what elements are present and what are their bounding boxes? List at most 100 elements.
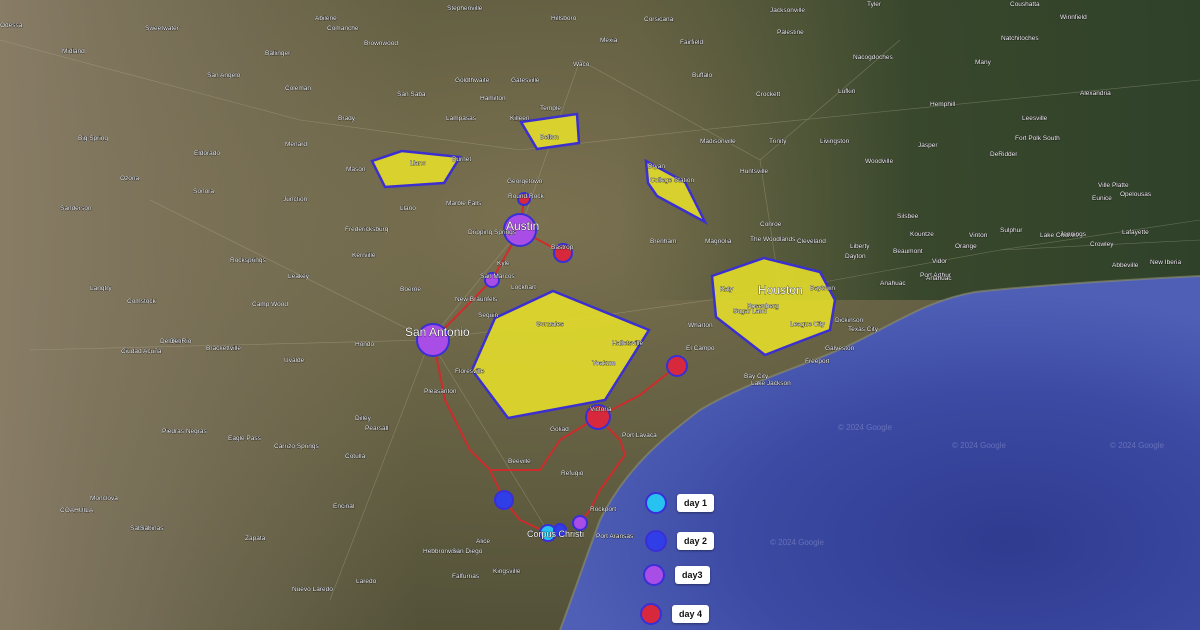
- svg-text:Kountze: Kountze: [910, 231, 934, 238]
- svg-text:Lampasas: Lampasas: [446, 115, 477, 122]
- svg-text:Langtry: Langtry: [90, 285, 112, 292]
- svg-text:Kerrville: Kerrville: [352, 252, 376, 259]
- eastern-forest: [620, 0, 1200, 300]
- legend-label: day 2: [677, 532, 715, 550]
- map-canvas[interactable]: San Antonio Austin Houston Corpus Christ…: [0, 0, 1200, 630]
- svg-text:Freeport: Freeport: [805, 358, 830, 365]
- svg-text:Goldthwaite: Goldthwaite: [455, 77, 490, 84]
- svg-text:The Woodlands: The Woodlands: [750, 236, 796, 243]
- label-corpus-christi: Corpus Christi: [527, 529, 584, 539]
- svg-text:Hamilton: Hamilton: [480, 95, 506, 102]
- svg-text:Brenham: Brenham: [650, 238, 676, 245]
- svg-text:Menard: Menard: [285, 141, 307, 148]
- svg-text:Burnet: Burnet: [452, 156, 471, 163]
- svg-text:Laredo: Laredo: [356, 578, 377, 585]
- svg-text:DeRidder: DeRidder: [990, 151, 1018, 158]
- svg-text:Seguin: Seguin: [478, 312, 499, 319]
- svg-text:© 2024 Google: © 2024 Google: [770, 538, 824, 547]
- legend-item-day-3: day3: [643, 564, 710, 586]
- svg-text:Livingston: Livingston: [820, 138, 850, 145]
- legend-item-day-4: day 4: [640, 603, 710, 625]
- svg-text:Trinity: Trinity: [769, 138, 787, 145]
- day-2-swatch: [645, 530, 667, 552]
- svg-text:Del Rio: Del Rio: [170, 338, 192, 345]
- svg-text:Jasper: Jasper: [918, 142, 938, 149]
- svg-text:New Braunfels: New Braunfels: [455, 296, 498, 303]
- svg-text:El Campo: El Campo: [686, 345, 715, 352]
- svg-text:Mexia: Mexia: [600, 37, 618, 44]
- svg-text:Beeville: Beeville: [508, 458, 531, 465]
- svg-text:Katy: Katy: [720, 286, 734, 293]
- svg-text:Hemphill: Hemphill: [930, 101, 956, 108]
- svg-text:Sonora: Sonora: [193, 188, 214, 195]
- svg-text:Wharton: Wharton: [688, 322, 713, 329]
- svg-text:Silsbee: Silsbee: [897, 213, 919, 220]
- svg-text:Belton: Belton: [540, 134, 559, 141]
- svg-text:Sulphur: Sulphur: [1000, 227, 1023, 234]
- svg-text:Midland: Midland: [62, 48, 85, 55]
- legend-item-day-1: day 1: [645, 492, 715, 514]
- marker-el-campo: [666, 355, 688, 377]
- svg-text:Llano: Llano: [400, 205, 416, 212]
- svg-text:College Station: College Station: [650, 177, 694, 184]
- svg-text:Abbeville: Abbeville: [1112, 262, 1139, 269]
- svg-text:Hondo: Hondo: [355, 341, 375, 348]
- svg-text:Pearsall: Pearsall: [365, 425, 389, 432]
- svg-text:Corsicana: Corsicana: [644, 16, 674, 23]
- svg-text:Coleman: Coleman: [285, 85, 311, 92]
- svg-text:COAHUILA: COAHUILA: [60, 507, 94, 514]
- svg-text:Eunice: Eunice: [1092, 195, 1112, 202]
- svg-text:Rockport: Rockport: [590, 506, 616, 513]
- svg-text:Zapata: Zapata: [245, 535, 266, 542]
- svg-text:Odessa: Odessa: [0, 22, 23, 29]
- svg-text:Lake Jackson: Lake Jackson: [751, 380, 791, 387]
- svg-text:San Diego: San Diego: [452, 548, 483, 555]
- svg-text:Brownwood: Brownwood: [364, 40, 398, 47]
- svg-text:Gonzales: Gonzales: [536, 321, 564, 328]
- svg-text:Pleasanton: Pleasanton: [424, 388, 457, 395]
- legend-label: day 1: [677, 494, 715, 512]
- map-view[interactable]: San Antonio Austin Houston Corpus Christ…: [0, 0, 1200, 630]
- svg-text:Fairfield: Fairfield: [680, 39, 704, 46]
- svg-text:Falfurrias: Falfurrias: [452, 573, 480, 580]
- svg-text:Hillsboro: Hillsboro: [551, 15, 577, 22]
- svg-text:Encinal: Encinal: [333, 503, 355, 510]
- svg-text:Sweetwater: Sweetwater: [145, 25, 180, 32]
- svg-text:Gatesville: Gatesville: [511, 77, 540, 84]
- svg-text:Vidor: Vidor: [932, 258, 948, 265]
- arid-west-terrain: [0, 0, 420, 630]
- svg-text:Rocksprings: Rocksprings: [230, 257, 267, 264]
- marker-alice: [494, 490, 514, 510]
- svg-text:Galveston: Galveston: [825, 345, 855, 352]
- svg-text:Monclova: Monclova: [90, 495, 118, 502]
- svg-text:Jennings: Jennings: [1060, 231, 1087, 238]
- svg-text:Jacksonville: Jacksonville: [770, 7, 805, 14]
- svg-text:Kingsville: Kingsville: [493, 568, 521, 575]
- svg-text:Refugio: Refugio: [561, 470, 584, 477]
- svg-text:Uvalde: Uvalde: [284, 357, 305, 364]
- svg-text:Floresville: Floresville: [455, 368, 485, 375]
- svg-text:Ozona: Ozona: [120, 175, 140, 182]
- svg-text:Leesville: Leesville: [1022, 115, 1048, 122]
- svg-text:Sanderson: Sanderson: [60, 205, 92, 212]
- svg-text:Alexandria: Alexandria: [1080, 90, 1111, 97]
- svg-text:Fort Polk South: Fort Polk South: [1015, 135, 1060, 142]
- svg-text:Ballinger: Ballinger: [265, 50, 291, 57]
- svg-text:© 2024 Google: © 2024 Google: [838, 423, 892, 432]
- svg-text:Coushatta: Coushatta: [1010, 1, 1040, 8]
- svg-text:Bay City: Bay City: [744, 373, 769, 380]
- svg-text:Dilley: Dilley: [355, 415, 372, 422]
- day-3-swatch: [643, 564, 665, 586]
- svg-text:Lufkin: Lufkin: [838, 88, 856, 95]
- svg-text:New Iberia: New Iberia: [1150, 259, 1181, 266]
- svg-text:Nuevo Laredo: Nuevo Laredo: [292, 586, 333, 593]
- svg-text:Abilene: Abilene: [315, 15, 337, 22]
- legend-item-day-2: day 2: [645, 530, 715, 552]
- svg-text:Lockhart: Lockhart: [511, 284, 536, 291]
- svg-text:Palestine: Palestine: [777, 29, 804, 36]
- svg-text:Mason: Mason: [346, 166, 366, 173]
- svg-text:San Marcos: San Marcos: [480, 273, 515, 280]
- svg-text:Opelousas: Opelousas: [1120, 191, 1152, 198]
- svg-text:Tyler: Tyler: [867, 1, 882, 8]
- svg-text:Leakey: Leakey: [288, 273, 310, 280]
